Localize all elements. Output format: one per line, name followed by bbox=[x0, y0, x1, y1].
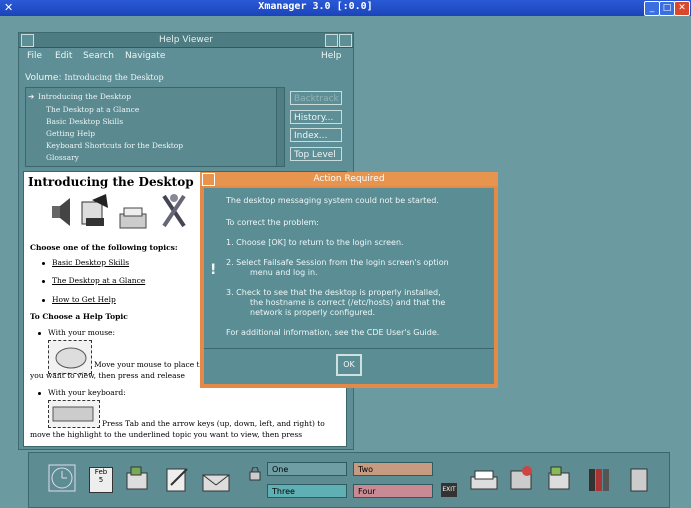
dialog-separator bbox=[204, 348, 494, 349]
dialog-step-2b: menu and log in. bbox=[250, 268, 318, 277]
info-icon: ! bbox=[210, 262, 217, 278]
calendar-icon[interactable]: Feb 5 bbox=[87, 461, 117, 497]
topic-item[interactable]: Getting Help bbox=[46, 129, 95, 138]
backtrack-button[interactable]: Backtrack bbox=[290, 91, 342, 105]
printer-icon[interactable] bbox=[469, 461, 499, 497]
topic-arrow-icon: ➔ bbox=[28, 92, 35, 101]
volume-value: Introducing the Desktop bbox=[64, 73, 164, 82]
xmanager-titlebar: ✕ Xmanager 3.0 [:0.0] _ □ ✕ bbox=[0, 0, 691, 16]
dialog-title: Action Required bbox=[313, 174, 385, 184]
dialog-titlebar[interactable]: Action Required bbox=[200, 172, 498, 186]
dialog-footer: For additional information, see the CDE … bbox=[226, 328, 440, 337]
clipboard-icon bbox=[81, 194, 108, 226]
window-menu-button[interactable] bbox=[202, 173, 215, 186]
calendar-month: Feb bbox=[94, 468, 108, 476]
link-desktop-at-a-glance[interactable]: The Desktop at a Glance bbox=[52, 276, 145, 285]
bullet bbox=[42, 299, 45, 302]
topic-item[interactable]: Basic Desktop Skills bbox=[46, 117, 123, 126]
ok-button[interactable]: OK bbox=[336, 354, 362, 376]
text-editor-icon[interactable] bbox=[163, 461, 193, 497]
dialog-step-3c: network is properly configured. bbox=[250, 308, 376, 317]
lock-icon[interactable] bbox=[249, 466, 261, 503]
content-heading: Introducing the Desktop bbox=[28, 175, 194, 189]
bullet bbox=[38, 332, 41, 335]
topic-tree[interactable]: ➔ Introducing the Desktop The Desktop at… bbox=[25, 87, 285, 167]
close-button[interactable]: ✕ bbox=[674, 1, 690, 16]
workspace-one-button[interactable]: One bbox=[267, 462, 347, 476]
minimize-button[interactable]: _ bbox=[644, 1, 660, 16]
link-how-to-get-help[interactable]: How to Get Help bbox=[52, 295, 116, 304]
index-button[interactable]: Index... bbox=[290, 128, 342, 142]
file-manager-icon[interactable] bbox=[123, 461, 153, 497]
volume-label: Volume: bbox=[25, 73, 62, 83]
with-mouse-text: With your mouse: bbox=[48, 328, 116, 337]
workspace-label: Three bbox=[272, 487, 295, 496]
menu-help[interactable]: Help bbox=[321, 48, 342, 64]
window-menu-button[interactable] bbox=[21, 34, 34, 47]
maximize-button[interactable] bbox=[339, 34, 352, 47]
action-required-dialog: Action Required The desktop messaging sy… bbox=[200, 172, 498, 388]
workspace-two-button[interactable]: Two bbox=[353, 462, 433, 476]
mailer-icon[interactable] bbox=[201, 461, 231, 497]
mouse-image bbox=[48, 340, 92, 374]
dialog-step-3a: 3. Check to see that the desktop is prop… bbox=[226, 288, 441, 297]
volume-row: Volume: Introducing the Desktop bbox=[25, 73, 164, 83]
clock-icon[interactable] bbox=[47, 461, 77, 497]
bullet bbox=[42, 280, 45, 283]
minimize-button[interactable] bbox=[325, 34, 338, 47]
bullet bbox=[42, 262, 45, 265]
help-manager-icon[interactable] bbox=[585, 461, 615, 497]
help-viewer-titlebar[interactable]: Help Viewer bbox=[19, 33, 353, 48]
printer-icon bbox=[119, 207, 147, 229]
topic-item[interactable]: The Desktop at a Glance bbox=[46, 105, 139, 114]
choose-help-heading: To Choose a Help Topic bbox=[30, 312, 128, 321]
dialog-step-1: 1. Choose [OK] to return to the login sc… bbox=[226, 238, 404, 247]
workspace-three-button[interactable]: Three bbox=[267, 484, 347, 498]
topic-item[interactable]: Keyboard Shortcuts for the Desktop bbox=[46, 141, 183, 150]
keyboard-text-1: Press Tab and the arrow keys (up, down, … bbox=[102, 419, 325, 428]
menu-file[interactable]: File bbox=[27, 48, 42, 64]
topic-item[interactable]: Introducing the Desktop bbox=[38, 92, 131, 101]
dialog-step-3b: the hostname is correct (/etc/hosts) and… bbox=[250, 298, 446, 307]
top-level-button[interactable]: Top Level bbox=[290, 147, 342, 161]
keyboard-image bbox=[48, 400, 100, 428]
style-manager-icon[interactable] bbox=[507, 461, 537, 497]
menu-edit[interactable]: Edit bbox=[55, 48, 72, 64]
trash-icon[interactable] bbox=[625, 461, 655, 497]
help-viewer-title: Help Viewer bbox=[159, 35, 213, 45]
mouse-text-2: you want to view, then press and release bbox=[30, 371, 185, 380]
dialog-correct-heading: To correct the problem: bbox=[226, 218, 319, 227]
speaker-icon bbox=[48, 198, 70, 226]
link-basic-desktop-skills[interactable]: Basic Desktop Skills bbox=[52, 258, 129, 267]
workspace-label: One bbox=[272, 465, 289, 474]
mouse-text-1: Move your mouse to place t bbox=[94, 360, 200, 369]
topic-scrollbar[interactable] bbox=[276, 88, 284, 166]
workspace-four-button[interactable]: Four bbox=[353, 484, 433, 498]
history-button[interactable]: History... bbox=[290, 110, 342, 124]
xmanager-title: Xmanager 3.0 [:0.0] bbox=[258, 1, 373, 12]
dialog-step-2a: 2. Select Failsafe Session from the logi… bbox=[226, 258, 449, 267]
menu-bar: File Edit Search Navigate Help bbox=[19, 48, 353, 64]
desktop: Help Viewer File Edit Search Navigate He… bbox=[0, 16, 691, 508]
menu-navigate[interactable]: Navigate bbox=[125, 48, 165, 64]
mouse-icon bbox=[55, 347, 87, 369]
menu-search[interactable]: Search bbox=[83, 48, 114, 64]
front-panel: Feb 5 One Two Three Four EXIT bbox=[28, 452, 670, 508]
dialog-message: The desktop messaging system could not b… bbox=[226, 196, 439, 205]
topic-item[interactable]: Glossary bbox=[46, 153, 79, 162]
keyboard-icon bbox=[52, 406, 94, 422]
calendar-day: 5 bbox=[98, 476, 104, 484]
choose-topics-text: Choose one of the following topics: bbox=[30, 243, 178, 252]
keyboard-text-2: move the highlight to the underlined top… bbox=[30, 430, 303, 439]
workspace-label: Four bbox=[358, 487, 376, 496]
bullet bbox=[38, 392, 41, 395]
exit-button[interactable]: EXIT bbox=[441, 483, 457, 497]
workspace-label: Two bbox=[358, 465, 373, 474]
maximize-button[interactable]: □ bbox=[659, 1, 675, 16]
tools-icon bbox=[162, 194, 186, 228]
with-keyboard-text: With your keyboard: bbox=[48, 388, 126, 397]
application-manager-icon[interactable] bbox=[545, 461, 575, 497]
